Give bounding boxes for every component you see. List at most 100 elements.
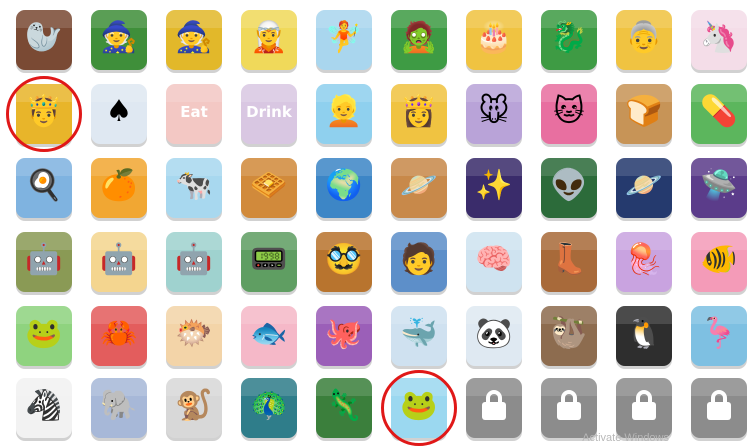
crab-icon: 🦀 bbox=[100, 316, 138, 351]
avatar-tile-crab[interactable]: 🦀 bbox=[91, 306, 147, 366]
avatar-tile-elf[interactable]: 🧝 bbox=[241, 10, 297, 70]
waffle-icon: 🧇 bbox=[250, 168, 288, 203]
avatar-tile-ufo[interactable]: 🛸 bbox=[691, 158, 747, 218]
avatar-tile-dragon[interactable]: 🐉 bbox=[541, 10, 597, 70]
grandma-icon: 👵 bbox=[625, 20, 663, 55]
avatar-tile-eat-cookie[interactable]: Eat bbox=[166, 84, 222, 144]
mustache-box-icon: 🥸 bbox=[325, 242, 363, 277]
boot-icon: 👢 bbox=[550, 242, 588, 277]
avatar-tile-walrus[interactable]: 🦭 bbox=[16, 10, 72, 70]
pill-box-icon: 💊 bbox=[700, 94, 738, 129]
orange-juice-icon: 🍊 bbox=[100, 168, 138, 203]
lock-icon bbox=[632, 402, 656, 420]
saturn-icon: 🪐 bbox=[625, 168, 663, 203]
avatar-tile-boot[interactable]: 👢 bbox=[541, 232, 597, 292]
ufo-icon: 🛸 bbox=[700, 168, 738, 203]
avatar-tile-pufferfish[interactable]: 🐡 bbox=[166, 306, 222, 366]
avatar-grid: 🦭 🧙 🧙 🧝 🧚 🧟 🎂 🐉 👵 🦄 🤴 ♠ Eat Drink 👱 👸 🐭 🐱 🍞 💊 🍳 🍊 🐄 🧇 🌍 🪐 ✨ 👽 🪐 🛸 🤖 🤖 🤖 📟… bbox=[0, 0, 755, 448]
avatar-tile-locked-1[interactable] bbox=[466, 378, 522, 438]
avatar-tile-playing-card[interactable]: ♠ bbox=[91, 84, 147, 144]
avatar-tile-chameleon[interactable]: 🦎 bbox=[316, 378, 372, 438]
dragon-icon: 🐉 bbox=[550, 20, 588, 55]
avatar-tile-milk-carton[interactable]: 🐄 bbox=[166, 158, 222, 218]
lock-icon bbox=[557, 402, 581, 420]
chameleon-icon: 🦎 bbox=[325, 388, 363, 423]
avatar-tile-breakfast[interactable]: 🍳 bbox=[16, 158, 72, 218]
avatar-tile-alice[interactable]: 👱 bbox=[316, 84, 372, 144]
avatar-tile-lemur[interactable]: 🐒 bbox=[166, 378, 222, 438]
avatar-tile-dormouse-teapot[interactable]: 🐭 bbox=[466, 84, 522, 144]
avatar-tile-clownfish-anemone[interactable]: 🐠 bbox=[691, 232, 747, 292]
avatar-tile-locked-2[interactable] bbox=[541, 378, 597, 438]
frog-icon: 🐸 bbox=[25, 316, 63, 351]
avatar-tile-toast[interactable]: 🍞 bbox=[616, 84, 672, 144]
avatar-tile-fairy-jar[interactable]: 🧚 bbox=[316, 10, 372, 70]
gauge-robot-icon: 🤖 bbox=[25, 242, 63, 277]
avatar-tile-locked-3[interactable] bbox=[616, 378, 672, 438]
milk-carton-icon: 🐄 bbox=[175, 168, 213, 203]
elf-icon: 🧝 bbox=[250, 20, 288, 55]
avatar-tile-witch[interactable]: 🧙 bbox=[91, 10, 147, 70]
witch-icon: 🧙 bbox=[100, 20, 138, 55]
selection-ring-king bbox=[6, 76, 82, 152]
avatar-tile-octopus[interactable]: 🐙 bbox=[316, 306, 372, 366]
blonde-guy-icon: 🧑 bbox=[400, 242, 438, 277]
avatar-tile-orange-juice[interactable]: 🍊 bbox=[91, 158, 147, 218]
avatar-tile-mars[interactable]: 🪐 bbox=[391, 158, 447, 218]
avatar-tile-cheshire-cat[interactable]: 🐱 bbox=[541, 84, 597, 144]
avatar-tile-cake[interactable]: 🎂 bbox=[466, 10, 522, 70]
avatar-tile-saturn[interactable]: 🪐 bbox=[616, 158, 672, 218]
lock-icon bbox=[707, 402, 731, 420]
avatar-tile-panda[interactable]: 🐼 bbox=[466, 306, 522, 366]
avatar-tile-galaxy[interactable]: ✨ bbox=[466, 158, 522, 218]
avatar-tile-unicorn[interactable]: 🦄 bbox=[691, 10, 747, 70]
mars-icon: 🪐 bbox=[400, 168, 438, 203]
avatar-tile-queen-of-hearts[interactable]: 👸 bbox=[391, 84, 447, 144]
avatar-tile-drink-bottle[interactable]: Drink bbox=[241, 84, 297, 144]
avatar-tile-zebra[interactable]: 🦓 bbox=[16, 378, 72, 438]
avatar-tile-earth[interactable]: 🌍 bbox=[316, 158, 372, 218]
avatar-tile-sloth[interactable]: 🦥 bbox=[541, 306, 597, 366]
avatar-tile-locked-4[interactable] bbox=[691, 378, 747, 438]
walrus-icon: 🦭 bbox=[25, 20, 63, 55]
peacock-icon: 🦚 bbox=[250, 388, 288, 423]
avatar-tile-waffle[interactable]: 🧇 bbox=[241, 158, 297, 218]
lock-icon bbox=[482, 402, 506, 420]
avatar-tile-flamingo[interactable]: 🦩 bbox=[691, 306, 747, 366]
avatar-tile-gauge-robot[interactable]: 🤖 bbox=[16, 232, 72, 292]
avatar-tile-penguin[interactable]: 🐧 bbox=[616, 306, 672, 366]
avatar-tile-blobfish[interactable]: 🐟 bbox=[241, 306, 297, 366]
drink-bottle-icon: Drink bbox=[246, 103, 292, 121]
zombie-icon: 🧟 bbox=[400, 20, 438, 55]
wizard-icon: 🧙 bbox=[175, 20, 213, 55]
avatar-tile-grandma[interactable]: 👵 bbox=[616, 10, 672, 70]
lemur-icon: 🐒 bbox=[175, 388, 213, 423]
avatar-tile-blonde-guy[interactable]: 🧑 bbox=[391, 232, 447, 292]
avatar-tile-pill-box[interactable]: 💊 bbox=[691, 84, 747, 144]
alice-icon: 👱 bbox=[325, 94, 363, 129]
dormouse-teapot-icon: 🐭 bbox=[478, 94, 510, 129]
avatar-tile-elephant[interactable]: 🐘 bbox=[91, 378, 147, 438]
avatar-tile-frog[interactable]: 🐸 bbox=[16, 306, 72, 366]
eat-cookie-icon: Eat bbox=[180, 103, 208, 121]
avatar-tile-alien[interactable]: 👽 bbox=[541, 158, 597, 218]
avatar-tile-peacock[interactable]: 🦚 bbox=[241, 378, 297, 438]
avatar-tile-narwhal[interactable]: 🐳 bbox=[391, 306, 447, 366]
avatar-tile-antenna-robot[interactable]: 🤖 bbox=[166, 232, 222, 292]
avatar-tile-screen-robot[interactable]: 📟 bbox=[241, 232, 297, 292]
alien-icon: 👽 bbox=[550, 168, 588, 203]
toast-icon: 🍞 bbox=[625, 94, 663, 129]
avatar-tile-mustache-box[interactable]: 🥸 bbox=[316, 232, 372, 292]
avatar-tile-heart-robot[interactable]: 🤖 bbox=[91, 232, 147, 292]
earth-icon: 🌍 bbox=[325, 168, 363, 203]
avatar-tile-zombie[interactable]: 🧟 bbox=[391, 10, 447, 70]
clownfish-anemone-icon: 🐠 bbox=[700, 242, 738, 277]
avatar-tile-brain-jar[interactable]: 🧠 bbox=[466, 232, 522, 292]
avatar-tile-jellyfish[interactable]: 🪼 bbox=[616, 232, 672, 292]
zebra-icon: 🦓 bbox=[25, 388, 63, 423]
avatar-tile-wizard[interactable]: 🧙 bbox=[166, 10, 222, 70]
pufferfish-icon: 🐡 bbox=[175, 316, 213, 351]
elephant-icon: 🐘 bbox=[100, 388, 138, 423]
breakfast-icon: 🍳 bbox=[25, 168, 63, 203]
penguin-icon: 🐧 bbox=[625, 316, 663, 351]
